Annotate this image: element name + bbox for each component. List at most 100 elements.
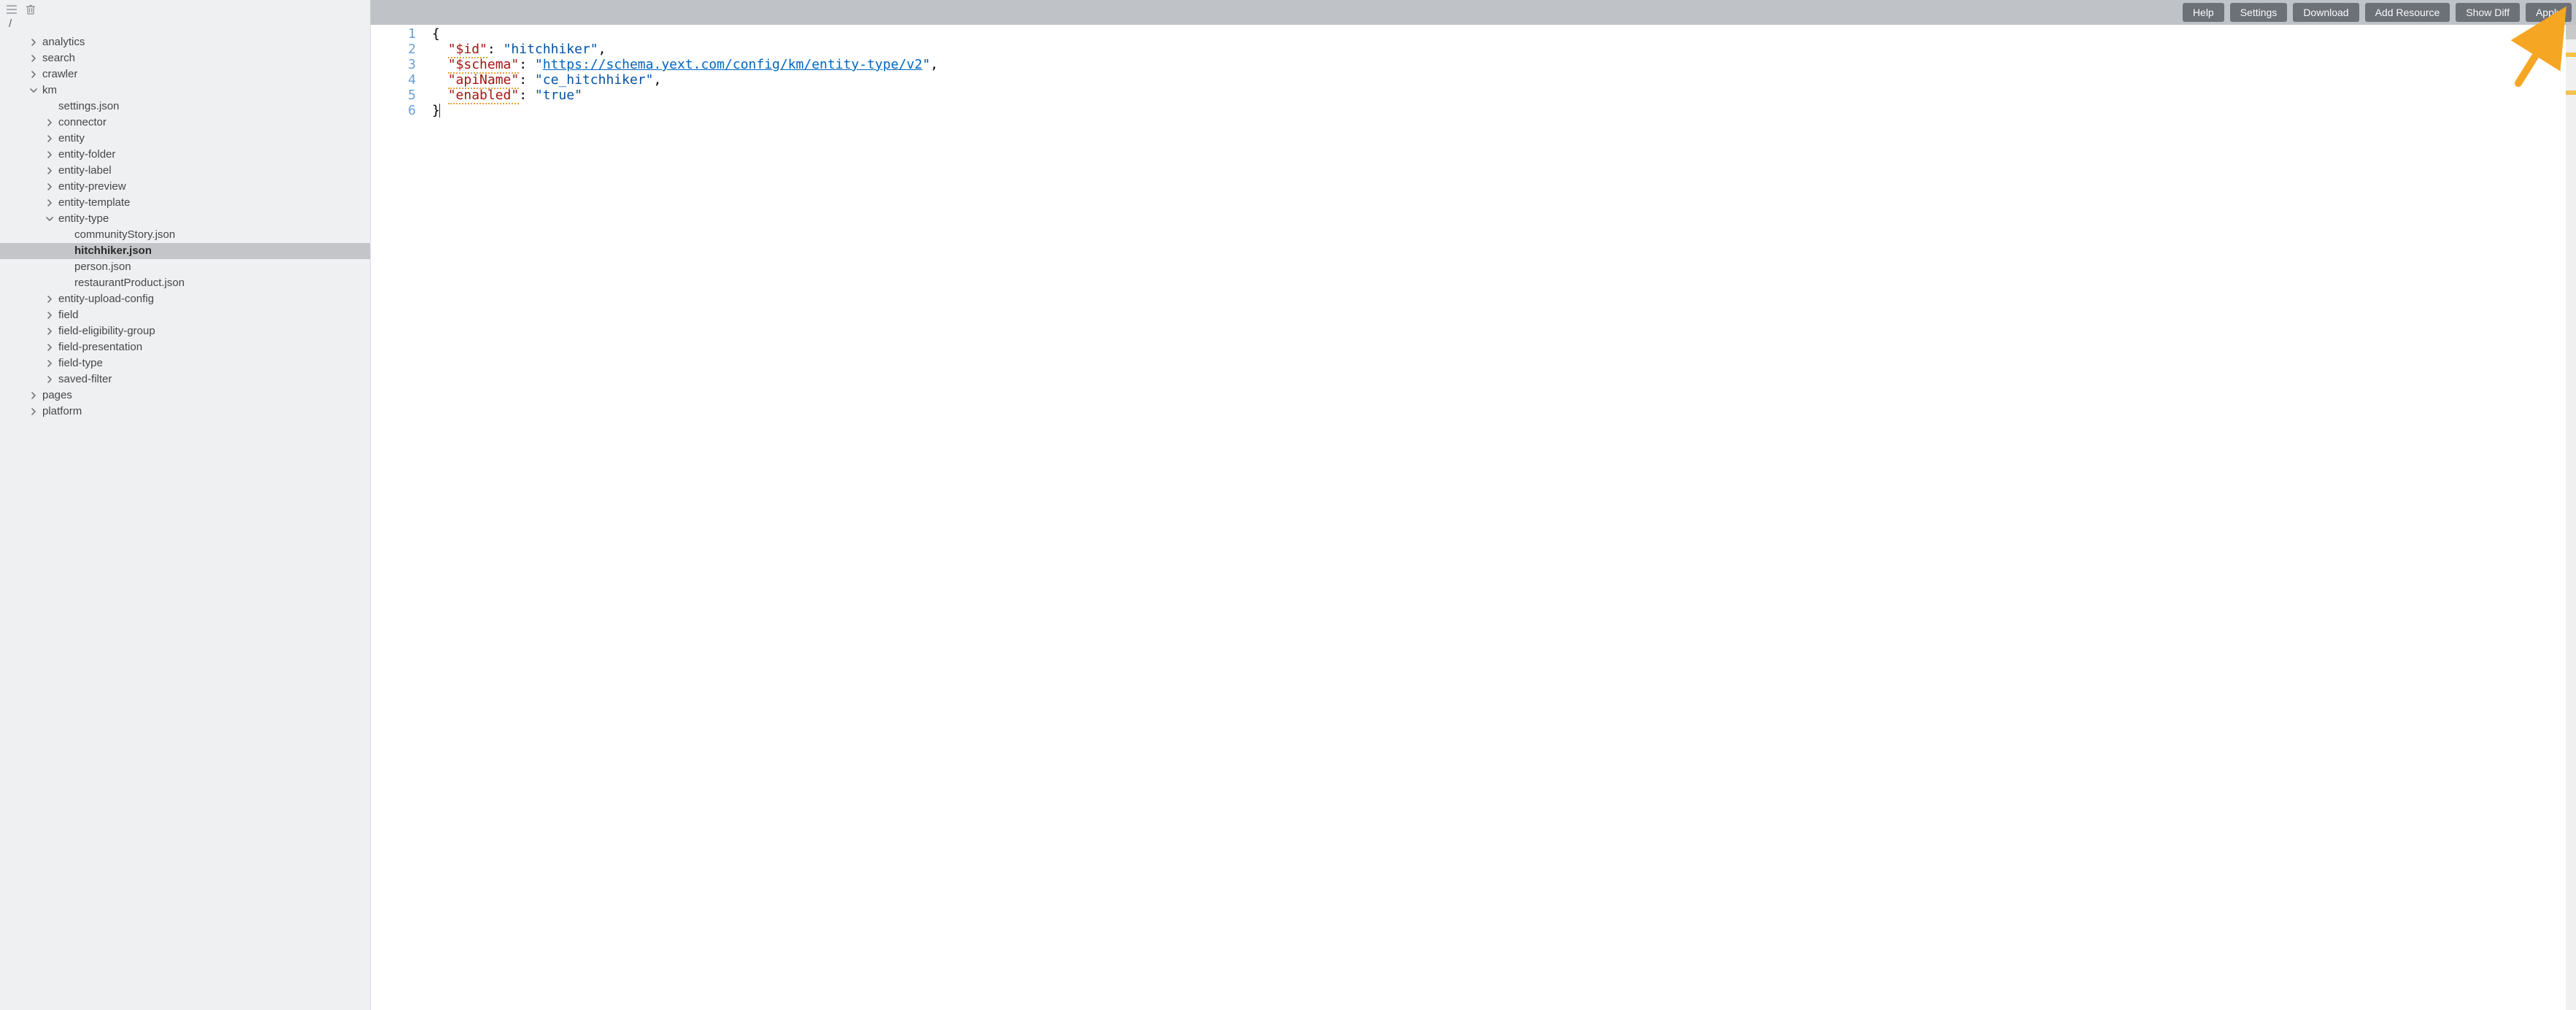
line-number: 1 [371,26,416,42]
code-line[interactable]: "apiName": "ce_hitchhiker", [432,72,2566,88]
tree-label: platform [42,404,82,420]
tree-label: communityStory.json [74,227,175,243]
tree-folder-saved-filter[interactable]: saved-filter [0,371,370,388]
tree-label: connector [58,115,107,131]
code-line[interactable]: { [432,26,2566,42]
tree-folder-field-type[interactable]: field-type [0,355,370,371]
chevron-right-icon[interactable] [29,38,38,47]
tree-label: settings.json [58,99,119,115]
chevron-right-icon[interactable] [45,359,54,368]
tree-label: entity-preview [58,179,126,195]
settings-button[interactable]: Settings [2230,3,2288,22]
chevron-right-icon[interactable] [45,182,54,191]
tree-folder-entity-template[interactable]: entity-template [0,195,370,211]
tree-label: saved-filter [58,371,112,388]
line-number: 4 [371,72,416,88]
code-line[interactable]: "$id": "hitchhiker", [432,42,2566,57]
line-gutter: 123456 [371,25,429,1010]
sidebar-toolbar [0,0,370,16]
chevron-right-icon[interactable] [45,327,54,336]
topbar: Help Settings Download Add Resource Show Dif… [371,0,2576,25]
tree-label: hitchhiker.json [74,243,152,259]
tree-folder-crawler[interactable]: crawler [0,66,370,82]
line-number: 6 [371,103,416,118]
schema-url-link[interactable]: https://schema.yext.com/config/km/entity… [543,57,922,72]
code-area[interactable]: { "$id": "hitchhiker", "$schema": "https… [429,25,2566,1010]
tree-label: entity [58,131,85,147]
vertical-scrollbar[interactable] [2566,25,2576,1010]
chevron-down-icon[interactable] [29,86,38,95]
tree-folder-pages[interactable]: pages [0,388,370,404]
tree-label: search [42,50,75,66]
tree-label: km [42,82,57,99]
tree-label: crawler [42,66,77,82]
tree-folder-platform[interactable]: platform [0,404,370,420]
tree-label: analytics [42,34,85,50]
chevron-right-icon[interactable] [29,407,38,416]
tree-folder-analytics[interactable]: analytics [0,34,370,50]
line-number: 2 [371,42,416,57]
chevron-right-icon[interactable] [45,295,54,304]
tree-label: field-eligibility-group [58,323,155,339]
tree-folder-field[interactable]: field [0,307,370,323]
code-line[interactable]: "$schema": "https://schema.yext.com/conf… [432,57,2566,72]
chevron-right-icon[interactable] [45,375,54,384]
chevron-right-icon[interactable] [45,198,54,207]
tree-folder-entity-preview[interactable]: entity-preview [0,179,370,195]
chevron-right-icon[interactable] [29,54,38,63]
help-button[interactable]: Help [2183,3,2224,22]
code-line[interactable]: } [432,103,2566,118]
tree-file-hitchhiker-json[interactable]: hitchhiker.json [0,243,370,259]
line-number: 3 [371,57,416,72]
tree-folder-entity-upload-config[interactable]: entity-upload-config [0,291,370,307]
tree-label: entity-upload-config [58,291,154,307]
chevron-right-icon[interactable] [45,118,54,127]
tree-folder-entity-folder[interactable]: entity-folder [0,147,370,163]
tree-label: entity-type [58,211,109,227]
tree-label: pages [42,388,72,404]
chevron-right-icon[interactable] [45,343,54,352]
download-button[interactable]: Download [2293,3,2359,22]
lint-marker [2566,90,2576,95]
tree-label: field-presentation [58,339,142,355]
apply-button[interactable]: Apply [2526,3,2572,22]
show-diff-button[interactable]: Show Diff [2456,3,2520,22]
tree-folder-entity-type[interactable]: entity-type [0,211,370,227]
trash-icon[interactable] [25,4,36,15]
text-caret [439,104,440,117]
add-resource-button[interactable]: Add Resource [2365,3,2450,22]
chevron-right-icon[interactable] [45,311,54,320]
main-pane: Help Settings Download Add Resource Show Dif… [371,0,2576,1010]
tree-folder-field-eligibility-group[interactable]: field-eligibility-group [0,323,370,339]
chevron-right-icon[interactable] [45,134,54,143]
tree-folder-connector[interactable]: connector [0,115,370,131]
list-icon[interactable] [6,4,18,15]
tree-folder-km[interactable]: km [0,82,370,99]
tree-file-restaurantProduct-json[interactable]: restaurantProduct.json [0,275,370,291]
tree-folder-entity[interactable]: entity [0,131,370,147]
file-tree: analyticssearchcrawlerkmsettings.jsoncon… [0,34,370,420]
tree-file-person-json[interactable]: person.json [0,259,370,275]
chevron-right-icon[interactable] [45,166,54,175]
chevron-right-icon[interactable] [45,150,54,159]
code-editor[interactable]: 123456 { "$id": "hitchhiker", "$schema":… [371,25,2576,1010]
tree-folder-entity-label[interactable]: entity-label [0,163,370,179]
tree-label: restaurantProduct.json [74,275,185,291]
chevron-right-icon[interactable] [29,391,38,400]
lint-marker [2566,53,2576,57]
chevron-down-icon[interactable] [45,215,54,223]
tree-label: entity-template [58,195,130,211]
tree-file-communityStory-json[interactable]: communityStory.json [0,227,370,243]
sidebar: / analyticssearchcrawlerkmsettings.jsonc… [0,0,371,1010]
tree-label: field [58,307,79,323]
scrollbar-thumb[interactable] [2566,25,2576,39]
breadcrumb[interactable]: / [0,16,370,34]
tree-label: entity-label [58,163,112,179]
line-number: 5 [371,88,416,103]
tree-label: entity-folder [58,147,115,163]
code-line[interactable]: "enabled": "true" [432,88,2566,103]
tree-folder-field-presentation[interactable]: field-presentation [0,339,370,355]
tree-folder-search[interactable]: search [0,50,370,66]
tree-file-settings-json[interactable]: settings.json [0,99,370,115]
chevron-right-icon[interactable] [29,70,38,79]
